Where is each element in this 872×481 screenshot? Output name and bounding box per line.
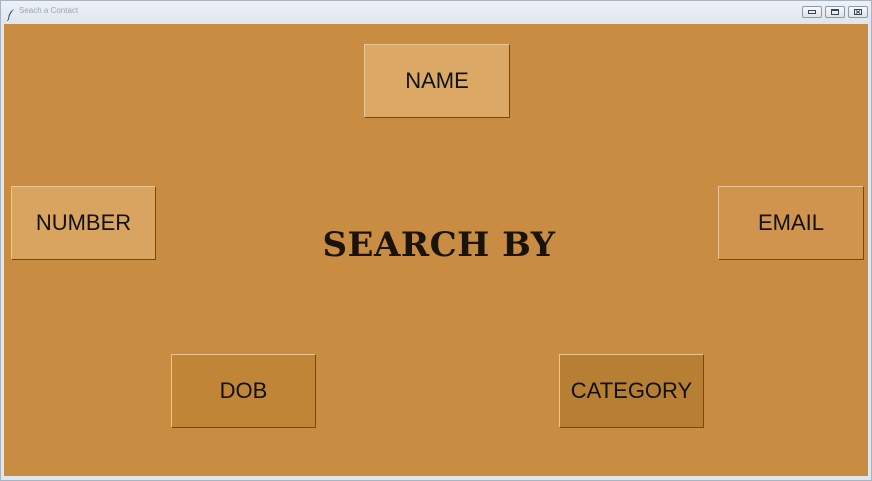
search-by-dob-button[interactable]: DOB: [171, 354, 316, 428]
maximize-icon: [831, 9, 839, 15]
number-button-label: NUMBER: [35, 210, 132, 235]
name-button-label: NAME: [405, 68, 469, 93]
category-button-label: CATEGORY: [570, 378, 693, 403]
window-title: Seach a Contact: [19, 6, 79, 15]
search-by-category-button[interactable]: CATEGORY: [559, 354, 704, 428]
search-by-name-button[interactable]: NAME: [364, 44, 510, 118]
app-window: Seach a Contact NAME NUMBER EMAIL SEARCH…: [0, 0, 872, 481]
page-title: SEARCH BY: [322, 225, 556, 265]
minimize-button[interactable]: [802, 6, 822, 18]
search-by-email-button[interactable]: EMAIL: [718, 186, 864, 260]
maximize-button[interactable]: [825, 6, 845, 18]
window-controls: [802, 6, 868, 18]
title-bar[interactable]: Seach a Contact: [1, 1, 871, 23]
search-panel: NAME NUMBER EMAIL SEARCH BY DOB CATEGORY: [4, 24, 868, 476]
close-icon: [854, 9, 862, 15]
email-button-label: EMAIL: [757, 210, 825, 235]
dob-button-label: DOB: [219, 378, 268, 403]
minimize-icon: [808, 10, 816, 14]
close-button[interactable]: [848, 6, 868, 18]
feather-icon: [6, 6, 15, 22]
search-by-number-button[interactable]: NUMBER: [11, 186, 156, 260]
